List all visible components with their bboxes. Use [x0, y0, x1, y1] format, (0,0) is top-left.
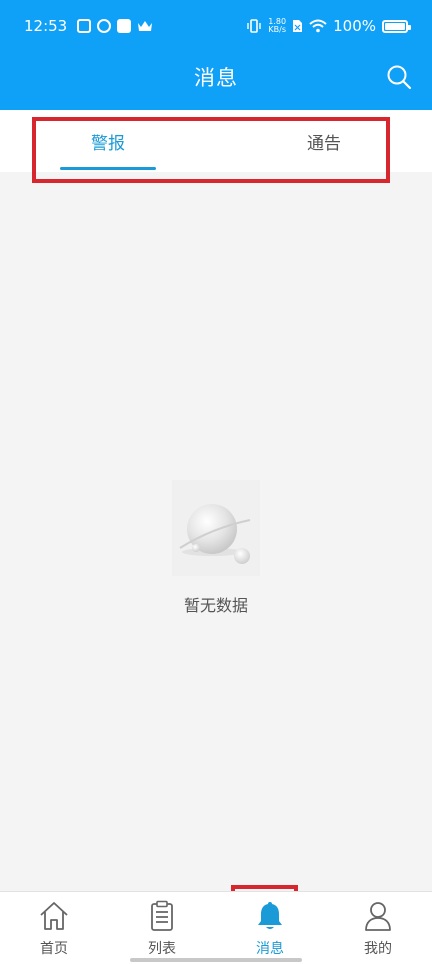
- vibrate-icon: [247, 19, 261, 33]
- bell-icon: [258, 902, 282, 929]
- user-icon: [365, 902, 391, 931]
- nav-item-home[interactable]: 首页: [0, 892, 108, 964]
- nav-item-list[interactable]: 列表: [108, 892, 216, 964]
- nav-label-messages: 消息: [256, 941, 284, 957]
- app-header: 12:53 1.80 KB/s 100% 消息: [0, 0, 432, 110]
- bottom-navigation: 首页 列表 消息 我的: [0, 891, 432, 964]
- home-icon: [40, 902, 68, 930]
- page-title: 消息: [194, 66, 238, 90]
- search-icon[interactable]: [386, 64, 412, 90]
- tab-notice-label: 通告: [307, 133, 341, 154]
- tab-notice[interactable]: 通告: [249, 110, 399, 172]
- empty-state: 暂无数据: [0, 480, 432, 616]
- tab-alert-label: 警报: [91, 133, 125, 154]
- sim-icon: [293, 20, 303, 32]
- tiktok-icon: [117, 19, 132, 33]
- status-bar: 12:53 1.80 KB/s 100%: [0, 0, 432, 52]
- notification-app-icon: [97, 19, 112, 33]
- battery-percent: 100%: [333, 17, 376, 35]
- network-speed: 1.80 KB/s: [268, 18, 286, 34]
- nav-label-mine: 我的: [364, 941, 392, 957]
- tab-alert[interactable]: 警报: [33, 110, 183, 172]
- status-left: 12:53: [24, 17, 153, 35]
- clipboard-list-icon: [151, 900, 173, 931]
- nav-item-mine[interactable]: 我的: [324, 892, 432, 964]
- message-tabs: 警报 通告: [0, 110, 432, 172]
- nav-item-messages[interactable]: 消息: [216, 892, 324, 964]
- empty-planet-icon: [172, 480, 260, 576]
- home-indicator[interactable]: [130, 958, 302, 962]
- status-time: 12:53: [24, 17, 68, 35]
- battery-icon: [382, 19, 411, 33]
- status-right: 1.80 KB/s 100%: [246, 17, 411, 35]
- notification-app-icon: [77, 19, 92, 33]
- network-speed-unit: KB/s: [268, 25, 286, 34]
- crown-icon: [138, 21, 153, 31]
- nav-label-home: 首页: [40, 941, 68, 957]
- active-tab-indicator: [60, 167, 156, 170]
- wifi-icon: [309, 19, 327, 33]
- empty-state-text: 暂无数据: [183, 596, 248, 615]
- nav-label-list: 列表: [148, 941, 176, 957]
